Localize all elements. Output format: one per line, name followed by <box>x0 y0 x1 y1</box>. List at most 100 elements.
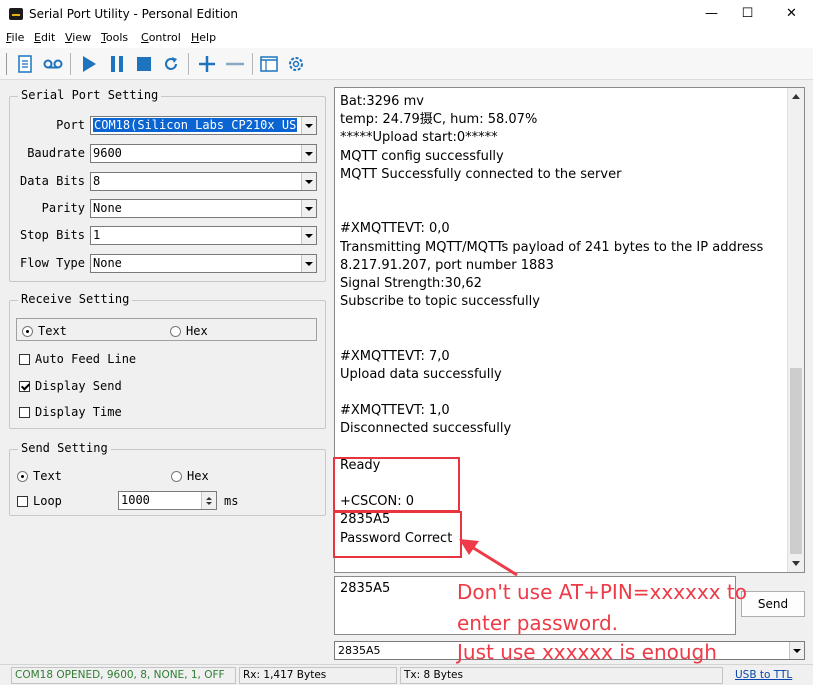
remove-icon[interactable] <box>222 51 248 77</box>
display-send-checkbox[interactable]: Display Send <box>19 379 122 393</box>
radio-checked-icon <box>17 470 28 482</box>
radio-checked-icon <box>22 325 33 337</box>
loop-interval-unit: ms <box>224 494 239 508</box>
receive-text-label: Text <box>38 324 67 338</box>
checkbox-icon <box>19 353 30 365</box>
document-icon[interactable] <box>12 51 38 77</box>
receive-setting-title: Receive Setting <box>18 292 133 306</box>
chevron-down-icon[interactable] <box>301 117 316 134</box>
chevron-down-icon[interactable] <box>301 145 316 162</box>
menu-bar: File Edit View Tools Control Help <box>0 28 813 48</box>
loop-interval-spinner[interactable]: 1000 <box>118 491 217 510</box>
log-line: 8.217.91.207, port number 1883 <box>340 257 554 273</box>
flow-type-select[interactable]: None <box>90 254 317 273</box>
window-icon[interactable] <box>256 51 282 77</box>
menu-file[interactable]: File <box>6 31 24 44</box>
log-line: Transmitting MQTT/MQTTs payload of 241 b… <box>340 239 764 255</box>
annotation-line-1: Don't use AT+PIN=xxxxxx to <box>457 580 747 604</box>
stop-icon[interactable] <box>131 51 157 77</box>
radio-icon <box>170 325 181 337</box>
receive-text-radio[interactable]: Text <box>22 324 67 338</box>
port-status: COM18 OPENED, 9600, 8, NONE, 1, OFF <box>11 667 236 684</box>
usb-to-ttl-link[interactable]: USB to TTL <box>735 669 792 681</box>
send-setting-title: Send Setting <box>18 441 111 455</box>
spinner-arrows-icon[interactable] <box>201 492 216 509</box>
toolbar-separator <box>70 53 71 75</box>
log-line: #XMQTTEVT: 0,0 <box>340 221 450 237</box>
parity-label: Parity <box>41 201 85 215</box>
menu-control[interactable]: Control <box>141 31 181 44</box>
add-icon[interactable] <box>194 51 220 77</box>
pause-icon[interactable] <box>104 51 130 77</box>
menu-edit[interactable]: Edit <box>34 31 55 44</box>
loop-checkbox[interactable]: Loop <box>17 494 62 508</box>
chevron-down-icon[interactable] <box>301 200 316 217</box>
log-line: #XMQTTEVT: 1,0 <box>340 403 450 419</box>
data-bits-select[interactable]: 8 <box>90 172 317 191</box>
log-line: MQTT config successfully <box>340 148 504 164</box>
parity-value: None <box>93 201 122 215</box>
flow-type-label: Flow Type <box>19 256 85 270</box>
window-title: Serial Port Utility - Personal Edition <box>29 7 238 21</box>
highlight-box-ready <box>333 457 460 512</box>
refresh-icon[interactable] <box>158 51 184 77</box>
checkbox-icon <box>17 495 28 507</box>
auto-feed-line-checkbox[interactable]: Auto Feed Line <box>19 352 136 366</box>
stop-bits-select[interactable]: 1 <box>90 226 317 245</box>
chevron-down-icon[interactable] <box>301 173 316 190</box>
flow-type-value: None <box>93 256 122 270</box>
display-time-checkbox[interactable]: Display Time <box>19 405 122 419</box>
menu-help-label: elp <box>199 31 217 44</box>
log-scrollbar[interactable] <box>787 88 804 572</box>
menu-edit-key: E <box>34 31 41 44</box>
toolbar-separator <box>252 53 253 75</box>
tape-icon[interactable] <box>40 51 66 77</box>
port-select[interactable]: COM18(Silicon Labs CP210x US <box>90 116 317 135</box>
send-button[interactable]: Send <box>741 591 805 617</box>
display-send-label: Display Send <box>35 379 122 393</box>
stop-bits-label: Stop Bits <box>19 228 85 242</box>
send-text-radio[interactable]: Text <box>17 469 62 483</box>
annotation-arrow-icon <box>459 539 518 577</box>
receive-hex-radio[interactable]: Hex <box>170 324 208 338</box>
tx-count: Tx: 8 Bytes <box>400 667 723 684</box>
send-hex-radio[interactable]: Hex <box>171 469 209 483</box>
log-line: Signal Strength:30,62 <box>340 275 482 291</box>
port-value: COM18(Silicon Labs CP210x US <box>93 118 298 132</box>
settings-icon[interactable] <box>283 51 309 77</box>
scroll-down-icon[interactable] <box>788 555 804 572</box>
chevron-down-icon[interactable] <box>789 642 804 659</box>
chevron-down-icon[interactable] <box>301 227 316 244</box>
parity-select[interactable]: None <box>90 199 317 218</box>
app-icon <box>9 8 23 20</box>
baudrate-select[interactable]: 9600 <box>90 144 317 163</box>
baudrate-label: Baudrate <box>27 146 85 160</box>
menu-edit-label: dit <box>40 31 56 44</box>
maximize-button[interactable]: ☐ <box>725 0 770 28</box>
toolbar-grip <box>6 53 7 75</box>
chevron-down-icon[interactable] <box>301 255 316 272</box>
scroll-up-icon[interactable] <box>788 88 804 105</box>
menu-tools[interactable]: Tools <box>101 31 128 44</box>
menu-tools-label: ools <box>105 31 129 44</box>
data-bits-value: 8 <box>93 174 101 188</box>
log-line: #XMQTTEVT: 7,0 <box>340 348 450 364</box>
receive-hex-label: Hex <box>186 324 208 338</box>
log-line: *****Upload start:0***** <box>340 130 498 146</box>
play-icon[interactable] <box>76 51 102 77</box>
scrollbar-thumb[interactable] <box>790 368 802 554</box>
display-time-label: Display Time <box>35 405 122 419</box>
menu-help[interactable]: Help <box>191 31 216 44</box>
close-button[interactable]: ✕ <box>769 0 813 28</box>
checkbox-checked-icon <box>19 380 30 392</box>
menu-view[interactable]: View <box>65 31 91 44</box>
log-line: Disconnected successfully <box>340 421 512 437</box>
menu-view-label: iew <box>72 31 92 44</box>
checkbox-icon <box>19 406 30 418</box>
log-line: Upload data successfully <box>340 366 502 382</box>
title-bar: Serial Port Utility - Personal Edition —… <box>0 0 813 28</box>
